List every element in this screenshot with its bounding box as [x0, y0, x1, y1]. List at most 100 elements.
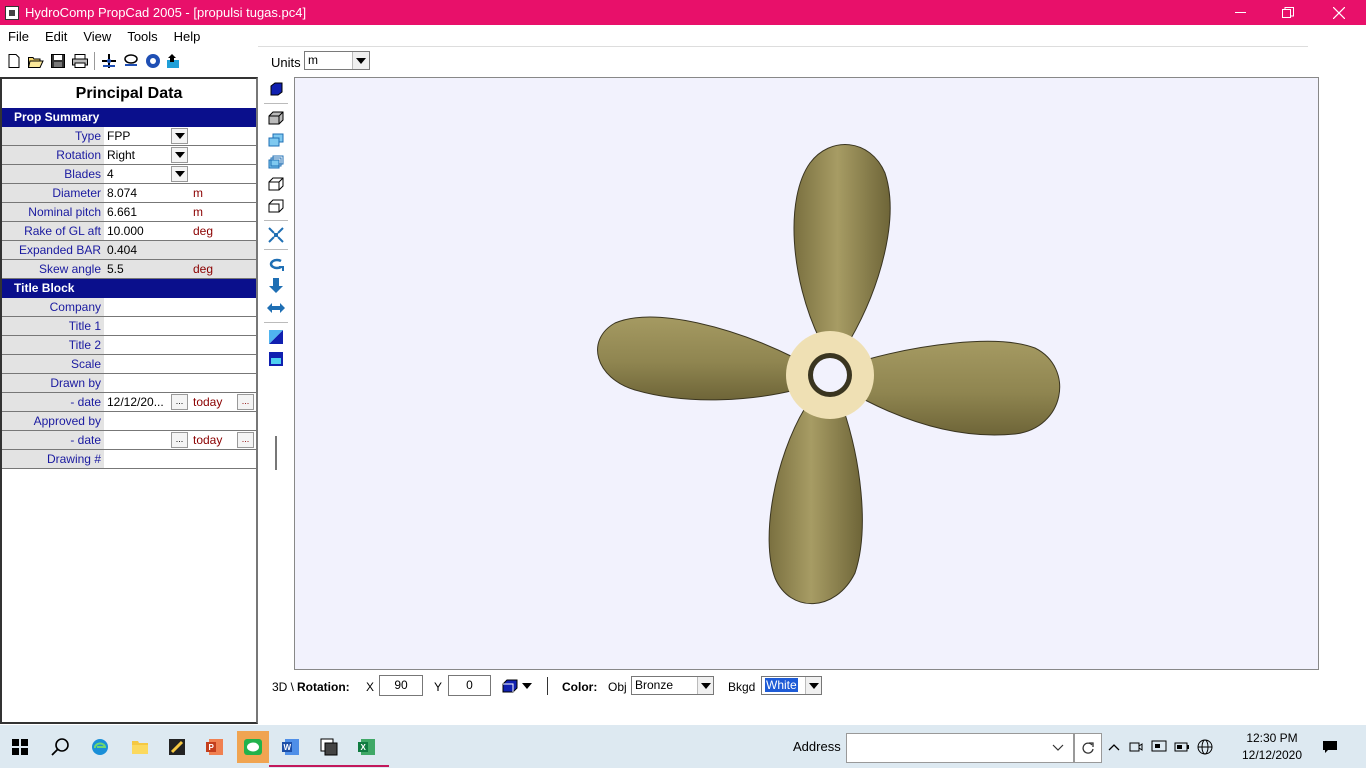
new-file-icon — [8, 54, 20, 68]
menu-file[interactable]: File — [0, 29, 37, 44]
view-controls-bar: 3D \ Rotation: X 90 Y 0 Color: Obj Bronz… — [264, 674, 1324, 698]
row-label: Blades — [2, 165, 104, 183]
chevron-down-icon[interactable] — [171, 147, 188, 163]
today-picker-button[interactable]: ... — [237, 394, 254, 410]
chevron-down-icon[interactable] — [171, 166, 188, 182]
title-2-field[interactable] — [104, 336, 256, 354]
export-button[interactable] — [164, 50, 186, 72]
gradient-button[interactable] — [264, 326, 288, 348]
search-button[interactable] — [44, 731, 76, 763]
object-color-select[interactable]: Bronze — [631, 676, 714, 695]
row-label: Nominal pitch — [2, 203, 104, 221]
today-button[interactable]: today... — [188, 431, 256, 449]
iso-view-button[interactable] — [264, 107, 288, 129]
chevron-down-icon[interactable] — [352, 52, 369, 69]
row-nominal-pitch: Nominal pitch 6.661 m — [2, 203, 256, 222]
rotation-x-input[interactable]: 90 — [379, 675, 423, 696]
rotate-icon — [269, 258, 284, 271]
taskbar-word[interactable]: W — [269, 731, 313, 767]
company-field[interactable] — [104, 298, 256, 316]
taskbar-clock[interactable]: 12:30 PM 12/12/2020 — [1232, 730, 1312, 764]
view-orientation-dropdown[interactable] — [502, 677, 538, 695]
propeller-hub — [786, 331, 874, 419]
rake-field[interactable]: 10.000 — [104, 222, 188, 240]
units-dropdown[interactable]: m — [304, 51, 370, 70]
pan-horizontal-button[interactable] — [264, 297, 288, 319]
open-file-button[interactable] — [25, 50, 47, 72]
drawn-date-field[interactable]: 12/12/20...... — [104, 393, 188, 411]
background-color-select[interactable]: White — [761, 676, 822, 695]
print-button[interactable] — [69, 50, 91, 72]
tab-3d[interactable]: 3D \ — [272, 680, 294, 694]
date-picker-button[interactable]: ... — [171, 432, 188, 448]
approved-by-field[interactable] — [104, 412, 256, 430]
pan-down-button[interactable] — [264, 275, 288, 297]
menu-help[interactable]: Help — [166, 29, 209, 44]
today-button[interactable]: today... — [188, 393, 256, 411]
show-hidden-icons-button[interactable] — [1105, 731, 1123, 763]
chevron-down-icon[interactable] — [805, 677, 821, 694]
taskbar-line-app[interactable] — [237, 731, 269, 763]
side-view-button[interactable] — [264, 151, 288, 173]
new-file-button[interactable] — [3, 50, 25, 72]
rotate-button[interactable] — [264, 253, 288, 275]
chevron-down-icon[interactable] — [697, 677, 713, 694]
menu-edit[interactable]: Edit — [37, 29, 75, 44]
row-unit: deg — [188, 222, 256, 240]
clock-time: 12:30 PM — [1246, 731, 1298, 745]
taskbar-excel[interactable]: X — [345, 731, 389, 767]
taskbar-sticky-app[interactable] — [161, 731, 193, 763]
units-value: m — [308, 53, 318, 67]
approved-date-field[interactable]: ... — [104, 431, 188, 449]
taskbar-file-explorer[interactable] — [124, 731, 156, 763]
rotation-y-input[interactable]: 0 — [448, 675, 491, 696]
splitter-handle[interactable] — [275, 436, 277, 470]
render-3d-button[interactable] — [142, 50, 164, 72]
word-icon: W — [282, 739, 299, 755]
notifications-button[interactable] — [1314, 731, 1346, 763]
pitch-field[interactable]: 6.661 — [104, 203, 188, 221]
blades-select[interactable]: 4 — [104, 165, 188, 183]
address-bar[interactable] — [846, 733, 1074, 763]
background-button[interactable] — [264, 348, 288, 370]
taskbar-edge[interactable] — [84, 731, 116, 763]
row-label: Drawing # — [2, 450, 104, 468]
app-icon[interactable] — [5, 5, 19, 20]
scale-field[interactable] — [104, 355, 256, 373]
taskbar-propcad[interactable] — [307, 731, 351, 767]
today-picker-button[interactable]: ... — [237, 432, 254, 448]
chevron-down-icon[interactable] — [171, 128, 188, 144]
propeller-view-button[interactable] — [98, 50, 120, 72]
minimize-button[interactable] — [1217, 0, 1263, 25]
restore-button[interactable] — [1265, 0, 1311, 25]
top-view-button[interactable] — [264, 173, 288, 195]
front-view-button[interactable] — [264, 129, 288, 151]
drawn-by-field[interactable] — [104, 374, 256, 392]
section-header-prop-summary: Prop Summary — [2, 108, 256, 127]
save-button[interactable] — [47, 50, 69, 72]
tray-meet-now[interactable] — [1126, 731, 1146, 763]
wireframe-view-button[interactable] — [264, 195, 288, 217]
zoom-extents-button[interactable] — [264, 224, 288, 246]
start-button[interactable] — [4, 731, 36, 763]
shaded-view-button[interactable] — [264, 78, 288, 100]
taskbar-powerpoint[interactable]: P — [199, 731, 231, 763]
zoom-extents-icon — [268, 227, 284, 243]
date-picker-button[interactable]: ... — [171, 394, 188, 410]
menu-view[interactable]: View — [75, 29, 119, 44]
arrow-down-icon — [269, 278, 283, 293]
render-canvas[interactable] — [294, 77, 1319, 670]
tray-network[interactable] — [1195, 731, 1215, 763]
title-1-field[interactable] — [104, 317, 256, 335]
menu-tools[interactable]: Tools — [119, 29, 165, 44]
tray-battery[interactable] — [1172, 731, 1192, 763]
tray-display[interactable] — [1149, 731, 1169, 763]
close-button[interactable] — [1316, 0, 1362, 25]
address-go-button[interactable] — [1074, 733, 1102, 763]
rotation-select[interactable]: Right — [104, 146, 188, 164]
type-select[interactable]: FPP — [104, 127, 188, 145]
section-view-button[interactable] — [120, 50, 142, 72]
diameter-field[interactable]: 8.074 — [104, 184, 188, 202]
drawing-number-field[interactable] — [104, 450, 256, 468]
row-unit: m — [188, 203, 256, 221]
